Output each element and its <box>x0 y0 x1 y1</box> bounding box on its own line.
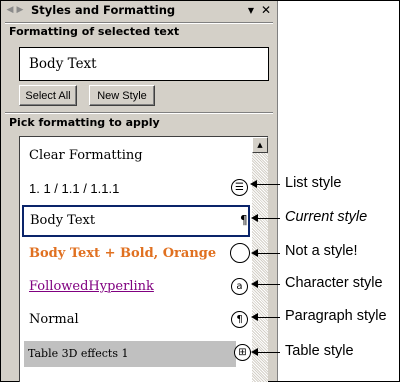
callout-character-style: Character style <box>285 275 383 291</box>
paragraph-mark-icon: ¶ <box>240 213 248 227</box>
list-style-icon: ☰ <box>231 179 248 196</box>
callout-current-style: Current style <box>285 209 368 225</box>
list-item-label: Clear Formatting <box>29 148 143 163</box>
callout-line <box>257 218 280 219</box>
list-item-label: Body Text <box>30 213 96 228</box>
list-item-label: Body Text + Bold, Orange <box>29 246 217 261</box>
pick-formatting-label: Pick formatting to apply <box>9 116 160 129</box>
empty-circle-icon <box>230 243 250 263</box>
list-item-normal[interactable]: Normal ¶ <box>20 305 250 335</box>
divider <box>5 22 273 24</box>
pane-titlebar: ◀ ▶ Styles and Formatting ▼ ✕ <box>1 1 277 19</box>
callout-line <box>257 352 280 353</box>
list-item-label: 1. 1 / 1.1 / 1.1.1 <box>29 181 120 196</box>
list-item-clear-formatting[interactable]: Clear Formatting <box>20 141 250 171</box>
callout-list-style: List style <box>285 175 342 191</box>
list-item-label: Normal <box>29 312 79 327</box>
callout-line <box>256 184 280 185</box>
divider <box>5 112 273 114</box>
callout-line <box>257 317 280 318</box>
list-item-table-3d-effects[interactable]: Table 3D effects 1 <box>24 341 236 367</box>
list-item-followed-hyperlink[interactable]: FollowedHyperlink a <box>20 272 250 302</box>
current-formatting-value: Body Text <box>29 56 97 72</box>
styles-formatting-pane: ◀ ▶ Styles and Formatting ▼ ✕ Formatting… <box>1 1 278 382</box>
forward-arrow-icon[interactable]: ▶ <box>15 4 25 16</box>
table-style-icon: ⊞ <box>234 344 251 361</box>
callout-not-a-style: Not a style! <box>285 243 358 259</box>
callout-table-style: Table style <box>285 343 354 359</box>
character-style-icon: a <box>231 278 248 295</box>
select-all-button[interactable]: Select All <box>19 85 77 106</box>
callout-line <box>257 253 280 254</box>
styles-list: Clear Formatting 1. 1 / 1.1 / 1.1.1 ☰ Bo… <box>19 136 268 382</box>
list-item-outline-numbering[interactable]: 1. 1 / 1.1 / 1.1.1 ☰ <box>20 173 250 203</box>
paragraph-style-icon: ¶ <box>231 311 248 328</box>
back-arrow-icon[interactable]: ◀ <box>5 4 15 16</box>
pane-title: Styles and Formatting <box>31 3 176 17</box>
new-style-button[interactable]: New Style <box>89 85 155 106</box>
list-item-label: FollowedHyperlink <box>29 279 154 294</box>
close-icon[interactable]: ✕ <box>260 4 272 16</box>
callout-paragraph-style: Paragraph style <box>285 308 387 324</box>
list-item-label: Table 3D effects 1 <box>28 347 129 360</box>
scroll-up-arrow-icon[interactable]: ▲ <box>252 137 268 153</box>
callout-line <box>257 284 280 285</box>
dropdown-arrow-icon[interactable]: ▼ <box>245 6 257 15</box>
current-formatting-box[interactable]: Body Text <box>19 47 269 81</box>
list-scrollbar[interactable]: ▲ <box>252 137 268 382</box>
list-item-body-text-bold-orange[interactable]: Body Text + Bold, Orange <box>20 239 250 269</box>
current-formatting-label: Formatting of selected text <box>9 25 180 38</box>
list-item-body-text[interactable]: Body Text ¶ <box>22 205 250 237</box>
